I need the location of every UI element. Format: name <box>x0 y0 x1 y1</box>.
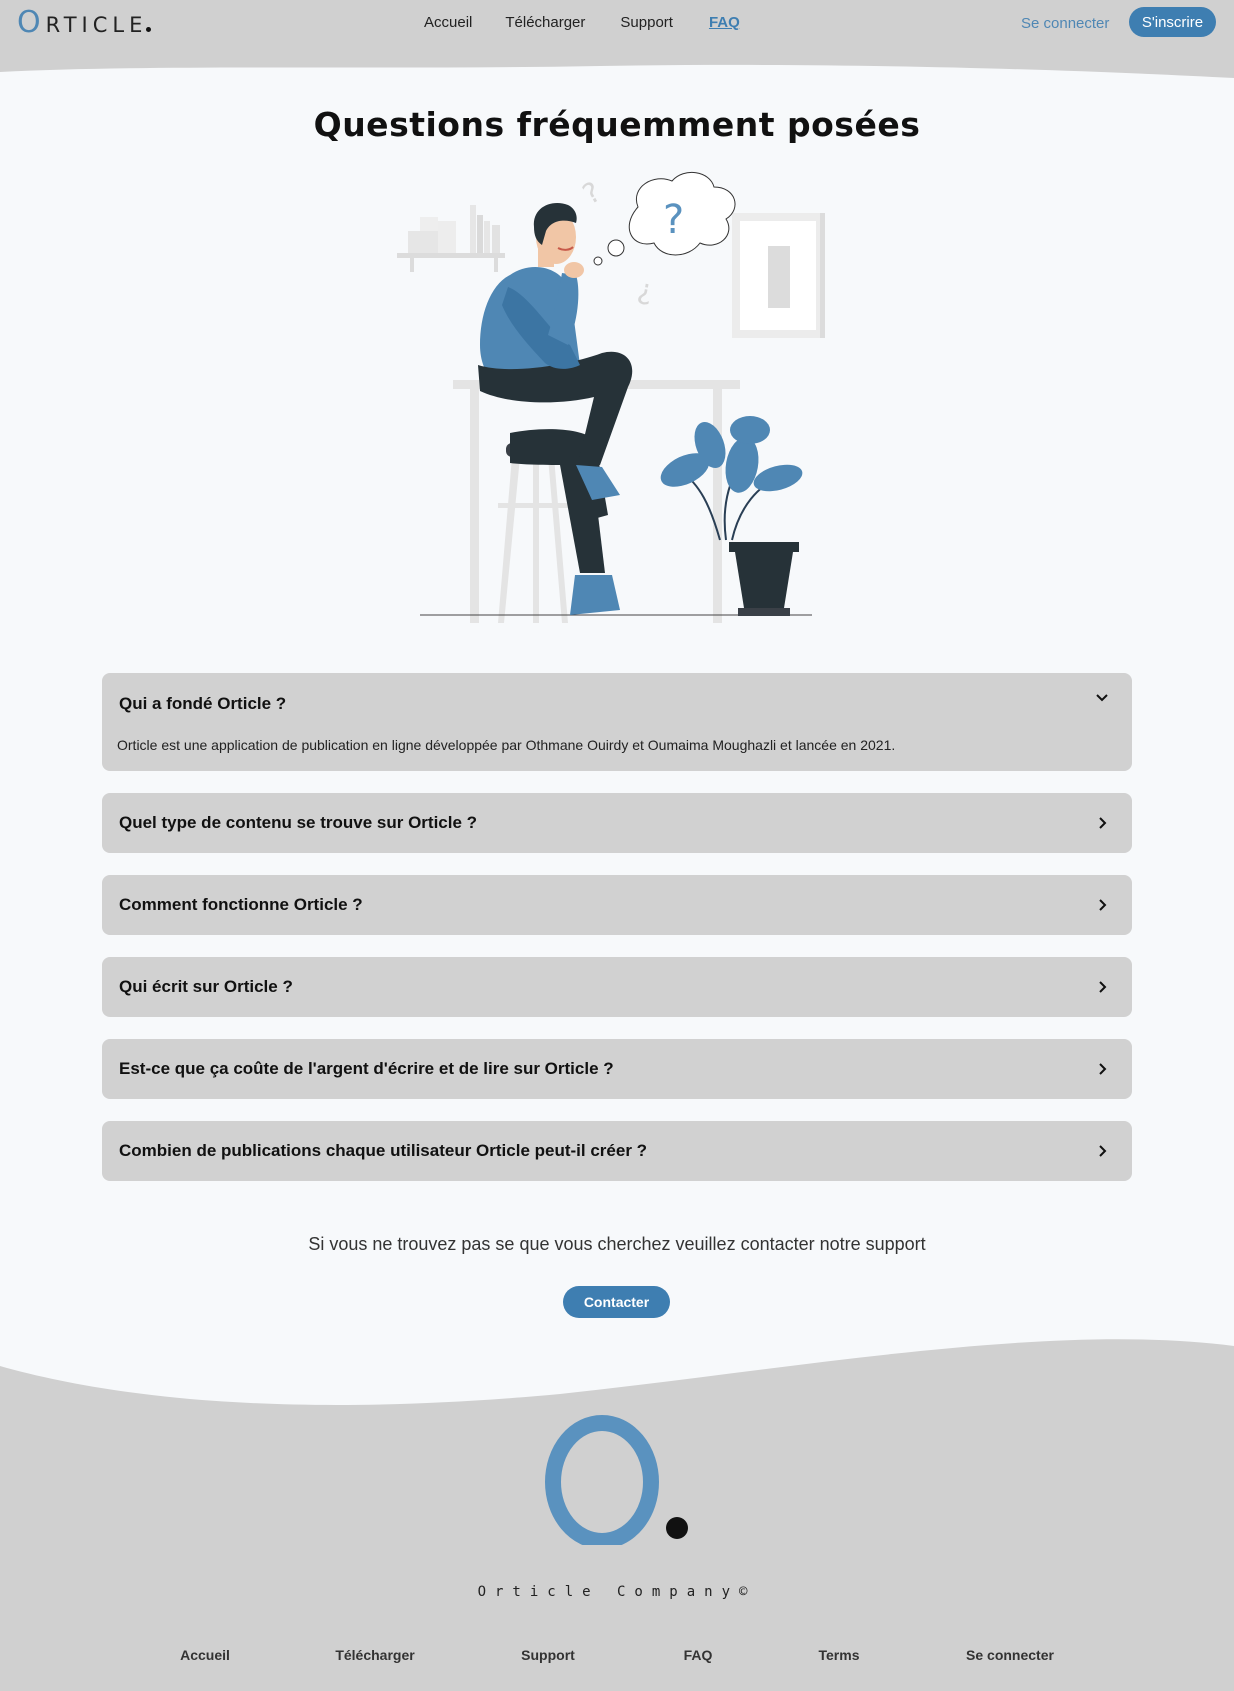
faq-item-3[interactable]: Comment fonctionne Orticle ? <box>102 875 1132 935</box>
site-header: O RTICLE Accueil Télécharger Support FAQ… <box>0 0 1234 80</box>
faq-item-2[interactable]: Quel type de contenu se trouve sur Ortic… <box>102 793 1132 853</box>
question-mark: ? <box>663 197 684 243</box>
header-wave-background <box>0 0 1234 78</box>
nav-faq[interactable]: FAQ <box>709 14 740 31</box>
footer-nav-accueil[interactable]: Accueil <box>180 1647 230 1663</box>
nav-support[interactable]: Support <box>620 14 673 31</box>
footer-nav-login[interactable]: Se connecter <box>966 1647 1054 1663</box>
chevron-right-icon[interactable] <box>1094 979 1110 995</box>
nav-accueil[interactable]: Accueil <box>424 14 472 31</box>
wall-shelf <box>397 205 505 272</box>
footer-nav-support[interactable]: Support <box>521 1647 575 1663</box>
faq-item-5[interactable]: Est-ce que ça coûte de l'argent d'écrire… <box>102 1039 1132 1099</box>
svg-text:?: ? <box>635 276 655 311</box>
contact-button[interactable]: Contacter <box>563 1286 670 1318</box>
bar-stool <box>498 443 568 623</box>
faq-question[interactable]: Comment fonctionne Orticle ? <box>102 875 1132 935</box>
faq-question[interactable]: Combien de publications chaque utilisate… <box>102 1121 1132 1181</box>
logo-dot <box>146 27 152 32</box>
faq-item-4[interactable]: Qui écrit sur Orticle ? <box>102 957 1132 1017</box>
signup-button[interactable]: S'inscrire <box>1129 7 1216 37</box>
footer-nav-terms[interactable]: Terms <box>819 1647 860 1663</box>
chevron-right-icon[interactable] <box>1094 1143 1110 1159</box>
faq-question[interactable]: Quel type de contenu se trouve sur Ortic… <box>102 793 1132 853</box>
footer-logo[interactable] <box>540 1415 700 1545</box>
potted-plant <box>660 416 803 616</box>
faq-item-1[interactable]: Qui a fondé Orticle ? Orticle est une ap… <box>102 673 1132 771</box>
support-text: Si vous ne trouvez pas se que vous cherc… <box>308 1234 926 1254</box>
nav-telecharger[interactable]: Télécharger <box>505 14 585 31</box>
footer-nav-telecharger[interactable]: Télécharger <box>335 1647 414 1663</box>
footer-company: Orticle Company© <box>477 1584 757 1600</box>
faq-question[interactable]: Qui a fondé Orticle ? <box>102 673 1132 735</box>
faq-question[interactable]: Est-ce que ça coûte de l'argent d'écrire… <box>102 1039 1132 1099</box>
logo[interactable]: O RTICLE <box>17 5 152 40</box>
picture-frame <box>732 213 825 338</box>
chevron-down-icon[interactable] <box>1094 689 1110 705</box>
faq-list: Qui a fondé Orticle ? Orticle est une ap… <box>102 673 1132 1203</box>
svg-text:?: ? <box>577 175 606 211</box>
chevron-right-icon[interactable] <box>1094 815 1110 831</box>
faq-question[interactable]: Qui écrit sur Orticle ? <box>102 957 1132 1017</box>
footer-nav-faq[interactable]: FAQ <box>684 1647 713 1663</box>
faq-item-6[interactable]: Combien de publications chaque utilisate… <box>102 1121 1132 1181</box>
page-title: Questions fréquemment posées <box>313 105 921 144</box>
thinking-man-illustration: ? ? ? <box>397 172 825 623</box>
logo-letter: O <box>17 5 41 40</box>
main-nav: Accueil Télécharger Support FAQ <box>424 14 776 31</box>
logo-text: RTICLE <box>45 13 148 37</box>
man-figure <box>478 203 633 615</box>
login-link[interactable]: Se connecter <box>1021 15 1109 32</box>
faq-answer: Orticle est une application de publicati… <box>117 737 896 753</box>
chevron-right-icon[interactable] <box>1094 1061 1110 1077</box>
site-footer: Orticle Company© Accueil Télécharger Sup… <box>0 1330 1234 1691</box>
chevron-right-icon[interactable] <box>1094 897 1110 913</box>
